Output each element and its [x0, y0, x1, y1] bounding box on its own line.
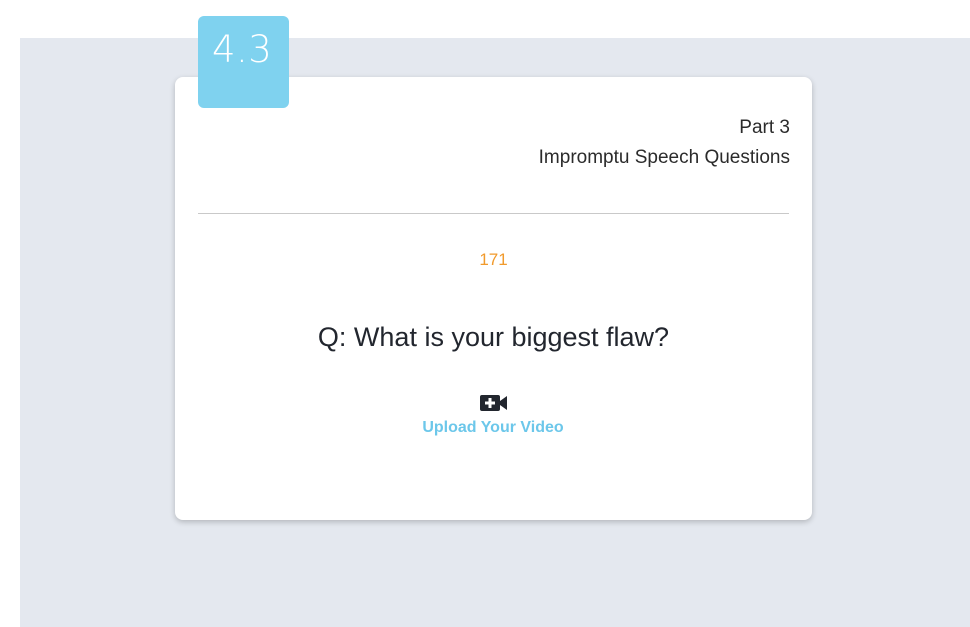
- upload-video-label[interactable]: Upload Your Video: [393, 419, 593, 437]
- part-label: Part 3: [739, 117, 790, 138]
- question-text: Q: What is your biggest flaw?: [317, 322, 670, 352]
- upload-video-button[interactable]: Upload Your Video: [393, 393, 593, 449]
- header-divider: [198, 213, 789, 214]
- question-card: Part 3 Impromptu Speech Questions 171 Q:…: [175, 77, 812, 520]
- card-header: Part 3 Impromptu Speech Questions: [539, 113, 790, 173]
- section-badge: 4.3: [198, 16, 289, 108]
- video-camera-plus-icon: [479, 395, 507, 411]
- question-number: 171: [479, 250, 508, 269]
- section-title: Impromptu Speech Questions: [538, 147, 790, 168]
